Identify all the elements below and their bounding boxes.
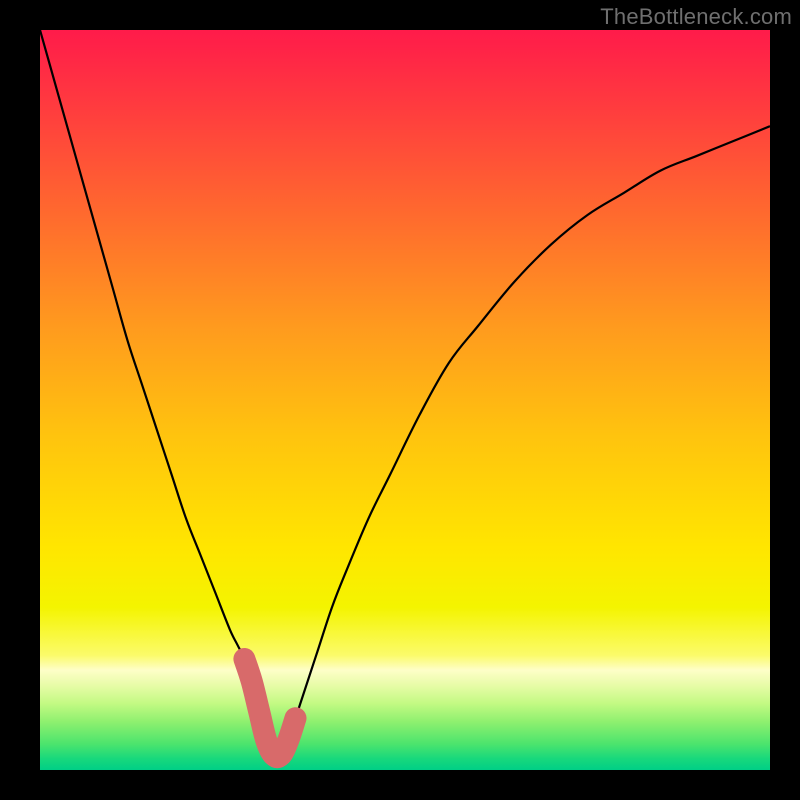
gradient-background [40, 30, 770, 770]
plot-area [40, 30, 770, 770]
bottleneck-chart [40, 30, 770, 770]
chart-frame: TheBottleneck.com [0, 0, 800, 800]
watermark-text: TheBottleneck.com [600, 4, 792, 30]
